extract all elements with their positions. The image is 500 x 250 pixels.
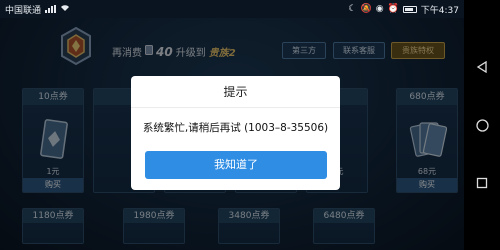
recents-icon[interactable] [475, 176, 489, 190]
wifi-icon [60, 4, 70, 15]
time-label: 下午4:37 [420, 5, 459, 16]
mute-icon: 🔕 [360, 4, 372, 14]
dialog-title: 提示 [131, 76, 340, 108]
signal-icon [45, 5, 57, 13]
status-bar: 中国联通 ☾ 🔕 ◉ ⏰ 下午4:37 [0, 0, 464, 18]
eye-icon: ◉ [375, 4, 384, 14]
alert-dialog: 提示 系统繁忙,请稍后再试 (1003–8-35506) 我知道了 [131, 76, 340, 190]
carrier-label: 中国联通 [5, 5, 42, 16]
dialog-message: 系统繁忙,请稍后再试 (1003–8-35506) [142, 122, 329, 134]
home-icon[interactable] [475, 118, 489, 132]
alarm-icon: ⏰ [387, 4, 399, 14]
moon-icon: ☾ [348, 4, 357, 14]
confirm-button[interactable]: 我知道了 [145, 151, 327, 179]
battery-icon [402, 5, 417, 13]
back-icon[interactable] [475, 60, 489, 74]
navigation-bar [464, 0, 500, 250]
